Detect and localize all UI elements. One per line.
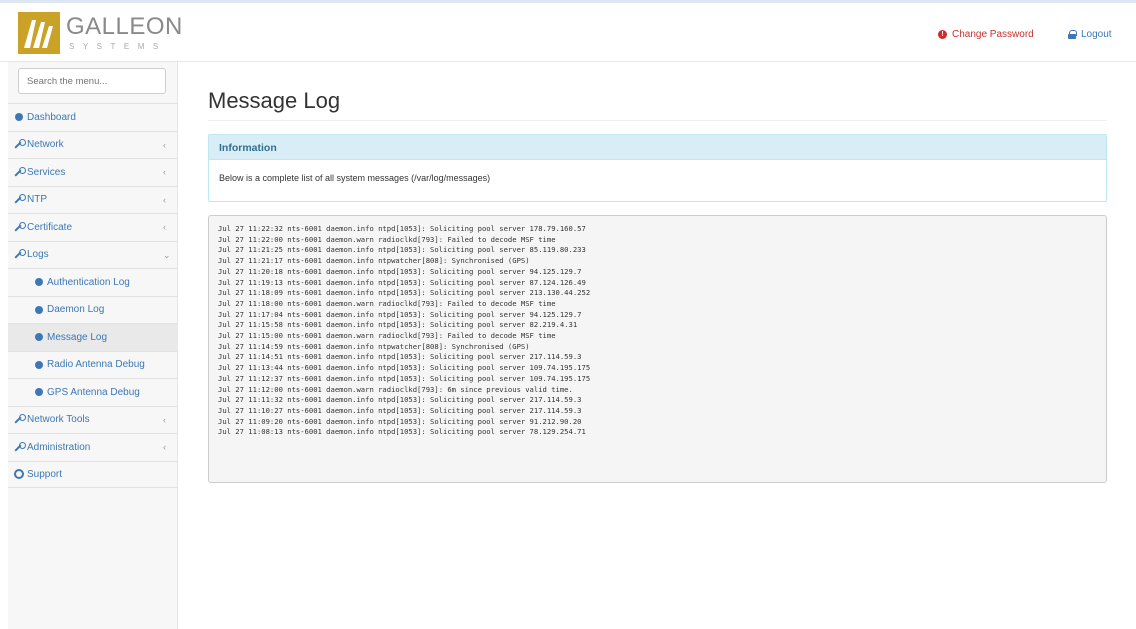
- sidebar-item-label: Message Log: [47, 331, 108, 343]
- log-line: Jul 27 11:21:17 nts-6001 daemon.info ntp…: [218, 256, 530, 266]
- log-line: Jul 27 11:08:13 nts-6001 daemon.info ntp…: [218, 427, 586, 437]
- sidebar-item-dashboard[interactable]: Dashboard: [8, 103, 178, 131]
- sidebar-item-administration[interactable]: Administration ‹: [8, 433, 178, 461]
- log-line: Jul 27 11:15:58 nts-6001 daemon.info ntp…: [218, 320, 578, 330]
- panel-text: Below is a complete list of all system m…: [219, 173, 491, 183]
- chevron-left-icon: ‹: [163, 414, 166, 425]
- sidebar-item-label: Authentication Log: [47, 276, 130, 288]
- sidebar-item-certificate[interactable]: Certificate ‹: [8, 213, 178, 241]
- sidebar-item-gps-antenna-debug[interactable]: GPS Antenna Debug: [8, 378, 178, 406]
- log-line: Jul 27 11:18:00 nts-6001 daemon.warn rad…: [218, 298, 556, 308]
- sidebar-item-daemon-log[interactable]: Daemon Log: [8, 295, 178, 324]
- logo-title: GALLEON: [66, 13, 183, 40]
- log-line: Jul 27 11:15:00 nts-6001 daemon.warn rad…: [218, 331, 556, 341]
- circle-icon: [33, 332, 44, 343]
- sidebar: Dashboard Network ‹ Services ‹ NTP ‹ Cer…: [8, 62, 178, 629]
- circle-icon: [33, 387, 44, 398]
- sidebar-item-label: Dashboard: [27, 111, 76, 123]
- panel-heading: Information: [209, 135, 1106, 160]
- chevron-left-icon: ‹: [163, 442, 166, 452]
- sidebar-item-network-tools[interactable]: Network Tools ‹: [8, 405, 178, 434]
- dashboard-icon: [13, 112, 24, 123]
- sidebar-item-label: GPS Antenna Debug: [47, 386, 140, 398]
- sidebar-item-label: Logs: [27, 249, 49, 261]
- sidebar-item-label: Certificate: [27, 221, 73, 233]
- lifebuoy-icon: [13, 469, 24, 480]
- top-navbar: GALLEON SYSTEMS ! Change Password Logout: [0, 0, 1136, 62]
- main-content: Message Log Information Below is a compl…: [178, 62, 1136, 629]
- galleon-ship-icon: [18, 12, 60, 54]
- sidebar-item-logs[interactable]: Logs ⌄: [8, 240, 178, 269]
- sidebar-item-label: Radio Antenna Debug: [47, 359, 145, 371]
- logo-subtitle: SYSTEMS: [69, 42, 167, 51]
- sidebar-item-label: Administration: [27, 441, 91, 453]
- sidebar-item-label: NTP: [27, 194, 47, 206]
- log-line: Jul 27 11:12:37 nts-6001 daemon.info ntp…: [218, 373, 591, 383]
- change-password-link[interactable]: ! Change Password: [938, 29, 1034, 40]
- log-line: Jul 27 11:22:32 nts-6001 daemon.info ntp…: [218, 224, 586, 233]
- wrench-icon: [13, 139, 26, 150]
- chevron-left-icon: ‹: [163, 222, 166, 232]
- sidebar-item-label: Network Tools: [27, 414, 90, 426]
- log-line: Jul 27 11:14:51 nts-6001 daemon.info ntp…: [218, 352, 582, 362]
- log-line: Jul 27 11:10:27 nts-6001 daemon.info ntp…: [218, 405, 582, 415]
- title-divider: [208, 120, 1107, 121]
- information-panel: Information Below is a complete list of …: [208, 134, 1107, 202]
- log-line: Jul 27 11:21:25 nts-6001 daemon.info ntp…: [218, 245, 586, 255]
- circle-icon: [33, 277, 44, 288]
- chevron-down-icon: ⌄: [163, 249, 171, 260]
- wrench-icon: [13, 221, 26, 233]
- wrench-icon: [13, 249, 26, 260]
- menu-search-input[interactable]: [18, 68, 166, 94]
- sidebar-item-label: Network: [27, 139, 64, 151]
- wrench-icon: [13, 166, 26, 178]
- galleon-logo[interactable]: GALLEON SYSTEMS: [18, 12, 182, 54]
- sidebar-item-services[interactable]: Services ‹: [8, 158, 178, 186]
- wrench-icon: [13, 441, 26, 453]
- message-log-output[interactable]: Jul 27 11:22:32 nts-6001 daemon.info ntp…: [208, 215, 1107, 483]
- change-password-label: Change Password: [952, 29, 1034, 40]
- sidebar-item-label: Support: [27, 468, 63, 480]
- logout-label: Logout: [1081, 29, 1112, 40]
- circle-icon: [33, 359, 44, 370]
- log-line: Jul 27 11:19:13 nts-6001 daemon.info ntp…: [218, 277, 586, 287]
- sidebar-item-ntp[interactable]: NTP ‹: [8, 185, 178, 214]
- sidebar-item-label: Daemon Log: [47, 304, 105, 316]
- page-title: Message Log: [208, 88, 341, 113]
- log-line: Jul 27 11:13:44 nts-6001 daemon.info ntp…: [218, 363, 591, 373]
- logout-link[interactable]: Logout: [1068, 29, 1112, 40]
- exclamation-icon: !: [938, 30, 947, 39]
- sidebar-item-support[interactable]: Support: [8, 460, 178, 488]
- wrench-icon: [13, 194, 26, 205]
- sidebar-item-label: Services: [27, 166, 66, 178]
- circle-icon: [33, 304, 44, 315]
- sidebar-menu: Dashboard Network ‹ Services ‹ NTP ‹ Cer…: [8, 103, 178, 488]
- log-line: Jul 27 11:12:00 nts-6001 daemon.warn rad…: [218, 384, 573, 394]
- log-line: Jul 27 11:22:00 nts-6001 daemon.warn rad…: [218, 234, 556, 244]
- sidebar-item-message-log[interactable]: Message Log: [8, 323, 178, 351]
- sidebar-item-network[interactable]: Network ‹: [8, 130, 178, 159]
- log-line: Jul 27 11:11:32 nts-6001 daemon.info ntp…: [218, 395, 582, 405]
- chevron-left-icon: ‹: [163, 194, 166, 205]
- wrench-icon: [13, 414, 26, 425]
- log-line: Jul 27 11:18:09 nts-6001 daemon.info ntp…: [218, 288, 591, 298]
- sidebar-item-authentication-log[interactable]: Authentication Log: [8, 268, 178, 296]
- sidebar-item-radio-antenna-debug[interactable]: Radio Antenna Debug: [8, 350, 178, 379]
- lock-icon: [1068, 30, 1077, 39]
- log-line: Jul 27 11:09:20 nts-6001 daemon.info ntp…: [218, 416, 582, 426]
- log-line: Jul 27 11:17:04 nts-6001 daemon.info ntp…: [218, 309, 582, 319]
- log-line: Jul 27 11:20:18 nts-6001 daemon.info ntp…: [218, 266, 582, 276]
- log-line: Jul 27 11:14:59 nts-6001 daemon.info ntp…: [218, 341, 530, 351]
- chevron-left-icon: ‹: [163, 167, 166, 177]
- chevron-left-icon: ‹: [163, 139, 166, 150]
